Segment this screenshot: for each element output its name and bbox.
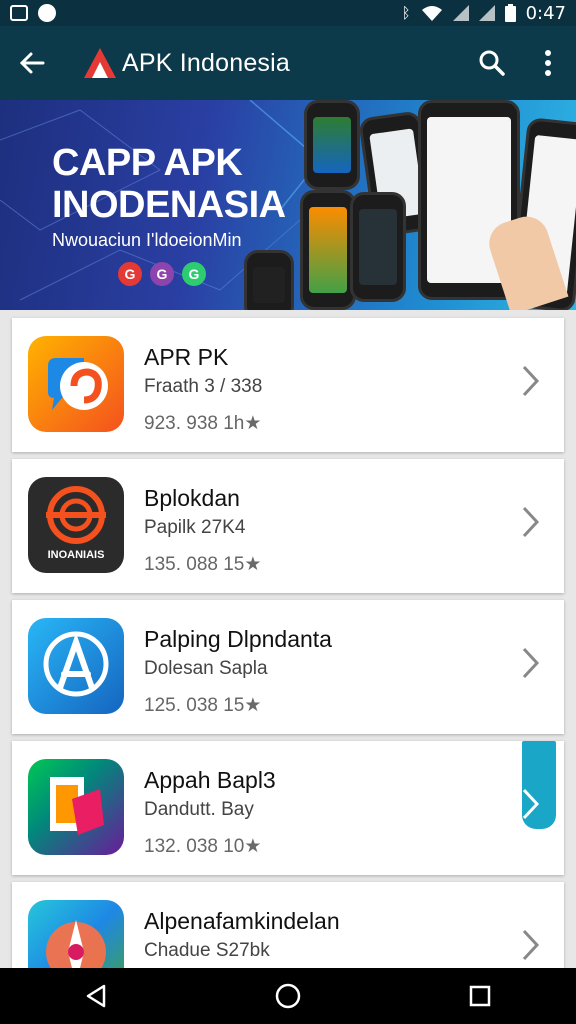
app-name: Palping Dlpndanta	[144, 626, 332, 652]
image-icon	[10, 5, 28, 21]
app-meta: Dolesan Sapla	[144, 658, 268, 679]
phone-image	[304, 100, 360, 190]
app-stats: 125. 038 15★	[144, 694, 261, 717]
status-bar: ᛒ 0:47	[0, 0, 576, 26]
appstore-app-icon	[28, 618, 124, 714]
more-options-button[interactable]	[520, 26, 576, 100]
sync-icon	[38, 4, 56, 22]
banner-badges: G G G	[118, 262, 206, 286]
star-icon: ★	[244, 554, 262, 575]
phone-image	[350, 192, 406, 302]
app-stats: 923. 938 1h★	[144, 412, 261, 435]
search-button[interactable]	[464, 26, 520, 100]
chat-app-icon	[28, 336, 124, 432]
search-icon	[479, 50, 505, 76]
chevron-right-icon	[522, 365, 540, 397]
app-icon-label: INOANIAIS	[47, 549, 105, 561]
chevron-right-icon	[522, 647, 540, 679]
list-item[interactable]: Palping Dlpndanta Dolesan Sapla 125. 038…	[12, 600, 564, 734]
home-nav-icon	[275, 983, 301, 1009]
star-icon: ★	[244, 836, 262, 857]
badge-dot: G	[150, 262, 174, 286]
promo-banner[interactable]: CAPP APK INODENASIA Nwouaciun I'ldoeionM…	[0, 100, 576, 310]
app-name: Appah Bapl3	[144, 767, 276, 793]
compass-app-icon	[28, 900, 124, 968]
banner-title-line1: CAPP APK	[52, 142, 243, 184]
phone-image	[244, 250, 294, 310]
signal-icon	[452, 5, 469, 21]
app-list: APR PK Fraath 3 / 338 923. 938 1h★ INOAN…	[0, 312, 576, 968]
app-name: APR PK	[144, 344, 229, 370]
app-stats-text: 923. 938 1h	[144, 413, 245, 434]
brand: APK Indonesia	[82, 46, 290, 80]
star-icon: ★	[244, 695, 262, 716]
app-stats: 135. 088 15★	[144, 553, 261, 576]
badge-dot: G	[182, 262, 206, 286]
more-vert-icon	[545, 50, 551, 76]
apk-logo-icon	[84, 48, 116, 78]
list-item[interactable]: APR PK Fraath 3 / 338 923. 938 1h★	[12, 318, 564, 452]
app-name: Alpenafamkindelan	[144, 908, 340, 934]
chevron-right-icon	[522, 929, 540, 961]
app-bar: APK Indonesia	[0, 26, 576, 100]
app-stats-text: 132. 038 10	[144, 836, 245, 857]
app-meta: Fraath 3 / 338	[144, 376, 263, 397]
banner-title-line2: INODENASIA	[52, 184, 286, 226]
chevron-right-icon	[522, 788, 540, 820]
arrow-back-icon	[19, 52, 45, 74]
badge-dot: G	[118, 262, 142, 286]
app-meta: Papilk 27K4	[144, 517, 246, 538]
app-stats: 132. 038 10★	[144, 835, 261, 858]
nav-home-button[interactable]	[258, 968, 318, 1024]
wifi-icon	[421, 6, 442, 21]
nav-back-button[interactable]	[66, 968, 126, 1024]
chevron-right-icon	[522, 506, 540, 538]
app-name: Bplokdan	[144, 485, 240, 511]
app-meta: Chadue S27bk	[144, 940, 270, 961]
app-stats-text: 135. 088 15	[144, 554, 245, 575]
app-meta: Dandutt. Bay	[144, 799, 254, 820]
back-nav-icon	[86, 984, 106, 1008]
list-item[interactable]: Appah Bapl3 Dandutt. Bay 132. 038 10★	[12, 741, 564, 875]
banner-subtitle: Nwouaciun I'ldoeionMin	[52, 230, 242, 250]
list-item[interactable]: INOANIAIS Bplokdan Papilk 27K4 135. 088 …	[12, 459, 564, 593]
banner-title: CAPP APK INODENASIA	[52, 142, 286, 226]
signal-icon	[478, 5, 495, 21]
phone-image	[300, 190, 356, 310]
layers-app-icon	[28, 759, 124, 855]
list-item[interactable]: Alpenafamkindelan Chadue S27bk	[12, 882, 564, 968]
status-time: 0:47	[525, 2, 566, 24]
app-stats-text: 125. 038 15	[144, 695, 245, 716]
app-title: APK Indonesia	[122, 48, 290, 77]
recents-nav-icon	[469, 985, 491, 1007]
target-app-icon: INOANIAIS	[28, 477, 124, 573]
battery-icon	[504, 4, 516, 22]
navigation-bar	[0, 968, 576, 1024]
nav-recents-button[interactable]	[450, 968, 510, 1024]
bluetooth-icon: ᛒ	[401, 4, 411, 22]
star-icon: ★	[244, 413, 262, 434]
back-button[interactable]	[0, 26, 64, 100]
